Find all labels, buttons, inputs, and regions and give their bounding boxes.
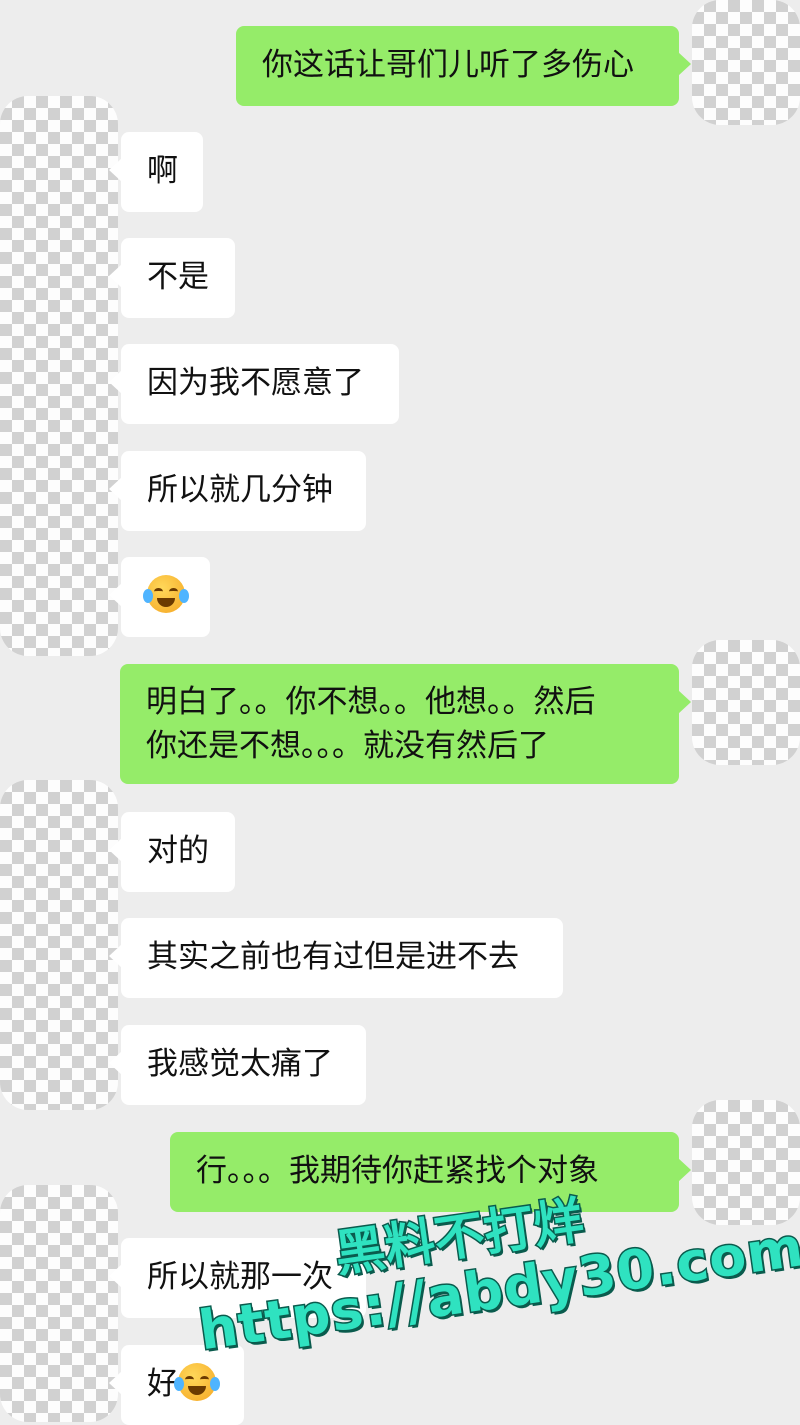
message-bubble-incoming[interactable] (109, 557, 210, 637)
contact-avatar[interactable] (0, 1185, 118, 1422)
message-bubble-incoming[interactable]: 我感觉太痛了 (109, 1025, 366, 1105)
self-avatar[interactable] (692, 1100, 800, 1225)
self-avatar[interactable] (692, 640, 800, 765)
message-text: 你这话让哥们儿听了多伤心 (262, 47, 634, 83)
message-bubble-incoming[interactable]: 因为我不愿意了 (109, 344, 399, 424)
self-avatar[interactable] (692, 0, 800, 125)
face-with-tears-of-joy-icon (143, 575, 189, 613)
contact-avatar[interactable] (0, 96, 118, 656)
message-text: 其实之前也有过但是进不去 (147, 939, 519, 975)
message-bubble-incoming[interactable]: 所以就几分钟 (109, 451, 366, 531)
message-bubble-incoming[interactable]: 对的 (109, 812, 235, 892)
message-bubble-outgoing[interactable]: 明白了。。你不想。。他想。。然后 你还是不想。。。就没有然后了 (120, 664, 691, 784)
message-text: 行。。。我期待你赶紧找个对象 (196, 1153, 599, 1189)
message-bubble-incoming[interactable]: 啊 (109, 132, 203, 212)
contact-avatar[interactable] (0, 780, 118, 1110)
message-bubble-incoming[interactable]: 不是 (109, 238, 235, 318)
message-text: 对的 (147, 833, 209, 869)
face-with-tears-of-joy-icon (174, 1363, 220, 1401)
message-text-line: 你还是不想。。。就没有然后了 (146, 728, 549, 764)
message-bubble-outgoing[interactable]: 行。。。我期待你赶紧找个对象 (170, 1132, 691, 1212)
message-text: 因为我不愿意了 (147, 365, 364, 401)
message-text-line: 明白了。。你不想。。他想。。然后 (146, 684, 596, 720)
message-text: 所以就几分钟 (147, 472, 333, 508)
message-text: 我感觉太痛了 (147, 1046, 333, 1082)
message-text: 啊 (147, 153, 178, 189)
message-bubble-outgoing[interactable]: 你这话让哥们儿听了多伤心 (236, 26, 691, 106)
message-text: 不是 (147, 259, 209, 295)
message-bubble-incoming[interactable]: 其实之前也有过但是进不去 (109, 918, 563, 998)
